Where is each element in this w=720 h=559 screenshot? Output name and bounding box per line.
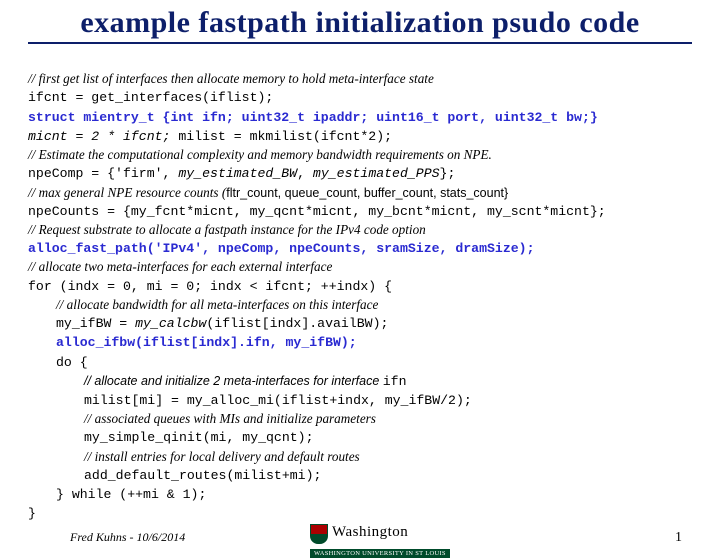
university-logo: Washington WASHINGTON UNIVERSITY IN ST L… [310,524,450,559]
page-number: 1 [675,530,682,546]
comment-line: // allocate and initialize 2 meta-interf… [84,374,383,388]
comment-line: // max general NPE resource counts ( [28,185,226,200]
code-line: milist[mi] = my_alloc_mi(iflist+indx, my… [84,393,472,408]
shield-icon [310,524,328,544]
code-line: my_simple_qinit(mi, my_qcnt); [84,430,314,445]
author-date: Fred Kuhns - 10/6/2014 [70,530,185,545]
comment-line: // install entries for local delivery an… [84,449,360,464]
comment-line: // first get list of interfaces then all… [28,71,434,86]
comment-line: // Request substrate to allocate a fastp… [28,222,426,237]
code-var: ifn [383,374,407,389]
code-line: } while (++mi & 1); [56,487,206,502]
code-line: do { [56,355,88,370]
code-line: add_default_routes(milist+mi); [84,468,321,483]
code-line: micnt = 2 * ifcnt; [28,129,170,144]
slide-title: example fastpath initialization psudo co… [28,6,692,44]
comment-line: // allocate two meta-interfaces for each… [28,259,332,274]
code-line: npeComp = {'firm', [28,166,178,181]
code-line-highlight: alloc_fast_path('IPv4', npeComp, npeCoun… [28,241,534,256]
university-subline: WASHINGTON UNIVERSITY IN ST LOUIS [310,549,450,558]
university-name: Washington [332,524,408,540]
code-line-highlight: alloc_ifbw(iflist[indx].ifn, my_ifBW); [56,335,357,350]
code-var: my_calcbw [135,316,206,331]
code-line: for (indx = 0, mi = 0; indx < ifcnt; ++i… [28,279,392,294]
slide: example fastpath initialization psudo co… [0,0,720,524]
code-line: milist = mkmilist(ifcnt*2); [170,129,392,144]
comment-line: // associated queues with MIs and initia… [84,411,376,426]
code-var: my_estimated_BW [178,166,297,181]
code-line: ifcnt = get_interfaces(iflist); [28,90,273,105]
code-line: } [28,506,36,521]
comment-line: // Estimate the computational complexity… [28,147,492,162]
code-line: npeCounts = {my_fcnt*micnt, my_qcnt*micn… [28,204,606,219]
code-block: // first get list of interfaces then all… [28,52,692,524]
comment-params: fltr_count, queue_count, buffer_count, s… [226,186,508,200]
comment-line: // allocate bandwidth for all meta-inter… [56,297,378,312]
code-line-highlight: struct mientry_t {int ifn; uint32_t ipad… [28,110,598,125]
code-line: my_ifBW = [56,316,135,331]
code-var: my_estimated_PPS [313,166,440,181]
